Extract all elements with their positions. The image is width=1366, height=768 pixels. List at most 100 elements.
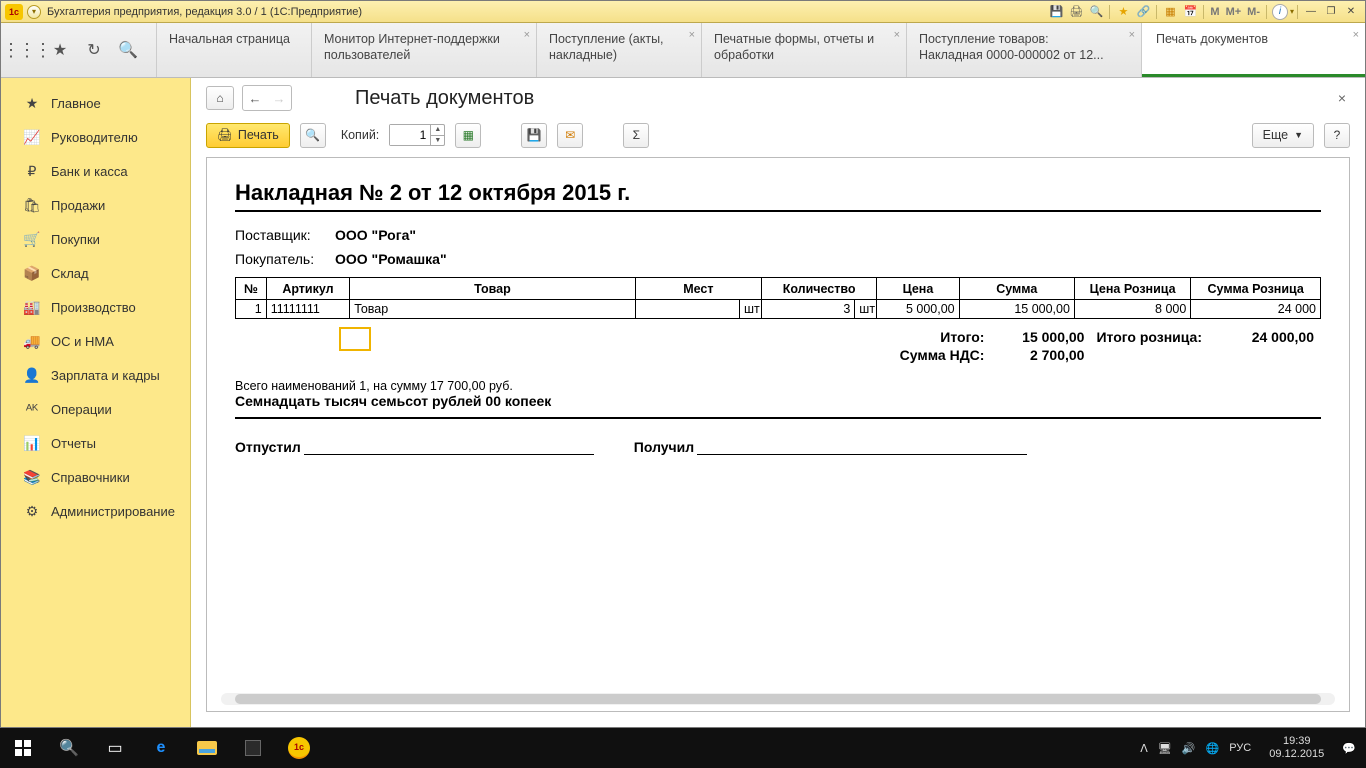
taskview-button[interactable]: ▭ — [92, 728, 138, 768]
printer-icon: 🖨 — [217, 128, 233, 143]
help-button[interactable]: ? — [1324, 123, 1350, 148]
spinner-down-icon[interactable]: ▼ — [430, 136, 444, 146]
window-title: Бухгалтерия предприятия, редакция 3.0 / … — [47, 6, 362, 18]
sidebar-item-label: Отчеты — [51, 436, 96, 451]
copies-spinner[interactable]: ▲▼ — [389, 124, 445, 146]
tab-home[interactable]: Начальная страница — [156, 23, 311, 77]
page-title: Печать документов — [355, 87, 534, 110]
explorer-button[interactable] — [184, 728, 230, 768]
tray-monitor-icon[interactable]: 🖥 — [1158, 742, 1172, 755]
sidebar-item-4[interactable]: 🛒Покупки — [1, 222, 190, 256]
minimize-button[interactable]: — — [1302, 5, 1320, 19]
close-button[interactable]: ✕ — [1342, 5, 1360, 19]
history-icon[interactable]: ↻ — [84, 40, 104, 60]
app-menu-dropdown[interactable]: ▾ — [27, 5, 41, 19]
sidebar-item-1[interactable]: 📈Руководителю — [1, 120, 190, 154]
mem-mminus[interactable]: M- — [1244, 6, 1263, 18]
search-button[interactable]: 🔍 — [46, 728, 92, 768]
preview-button[interactable]: 🔍 — [300, 123, 326, 148]
forward-icon[interactable]: → — [267, 86, 291, 110]
sidebar-icon: 🛒 — [23, 231, 41, 248]
sidebar-item-label: Зарплата и кадры — [51, 368, 160, 383]
copies-label: Копий: — [341, 128, 379, 142]
sidebar-item-6[interactable]: 🏭 Производство — [1, 290, 190, 324]
sidebar-item-label: Справочники — [51, 470, 130, 485]
sidebar-item-7[interactable]: 🚚ОС и НМА — [1, 324, 190, 358]
sidebar-icon: 🏭 — [23, 299, 41, 316]
tab-print-docs[interactable]: Печать документов× — [1141, 23, 1365, 77]
sidebar-item-10[interactable]: 📊 Отчеты — [1, 426, 190, 460]
tray-lang[interactable]: РУС — [1229, 742, 1251, 754]
onec-button[interactable]: 1c — [276, 728, 322, 768]
calendar-icon[interactable]: 📅 — [1181, 4, 1199, 20]
sidebar-item-label: Администрирование — [51, 504, 175, 519]
horizontal-scrollbar[interactable] — [221, 693, 1335, 705]
edge-button[interactable]: e — [138, 728, 184, 768]
tray-network-icon[interactable]: 🌐 — [1206, 742, 1220, 755]
tray-notifications-icon[interactable]: 💬 — [1342, 742, 1356, 755]
clock[interactable]: 19:3909.12.2015 — [1261, 735, 1332, 761]
tray-chevron-up-icon[interactable]: ᐱ — [1140, 742, 1148, 755]
sig-received-line — [697, 437, 1027, 455]
restore-button[interactable]: ❐ — [1322, 5, 1340, 19]
sidebar-item-9[interactable]: ᴬᴷ Операции — [1, 392, 190, 426]
sig-received-label: Получил — [634, 439, 694, 455]
summary-line: Всего наименований 1, на сумму 17 700,00… — [235, 379, 1321, 393]
preview-icon[interactable]: 🔍 — [1087, 4, 1105, 20]
sidebar-item-8[interactable]: 👤Зарплата и кадры — [1, 358, 190, 392]
save-button[interactable]: 💾 — [521, 123, 547, 148]
sidebar-item-label: Производство — [51, 300, 136, 315]
close-page-icon[interactable]: × — [1334, 86, 1350, 110]
sidebar-item-0[interactable]: ★Главное — [1, 86, 190, 120]
print-icon[interactable]: 🖨 — [1067, 4, 1085, 20]
sidebar-item-label: Банк и касса — [51, 164, 128, 179]
save-icon[interactable]: 💾 — [1047, 4, 1065, 20]
sidebar-item-5[interactable]: 📦Склад — [1, 256, 190, 290]
email-button[interactable]: ✉ — [557, 123, 583, 148]
close-icon[interactable]: × — [1129, 29, 1135, 41]
more-button[interactable]: Еще▼ — [1252, 123, 1314, 148]
favorite-icon[interactable]: ★ — [1114, 4, 1132, 20]
settings-button[interactable]: ▦ — [455, 123, 481, 148]
link-icon[interactable]: 🔗 — [1134, 4, 1152, 20]
sidebar-icon: 📚 — [23, 469, 41, 486]
sidebar-item-3[interactable]: 🛍Продажи — [1, 188, 190, 222]
sidebar-item-2[interactable]: ₽Банк и касса — [1, 154, 190, 188]
tab-incoming[interactable]: Поступление (акты,накладные)× — [536, 23, 701, 77]
sidebar-item-label: Руководителю — [51, 130, 138, 145]
close-icon[interactable]: × — [524, 29, 530, 41]
nav-back-forward[interactable]: ← → — [242, 85, 292, 111]
tab-monitor[interactable]: Монитор Интернет-поддержкипользователей× — [311, 23, 536, 77]
spinner-up-icon[interactable]: ▲ — [430, 125, 444, 136]
sidebar-icon: 📊 — [23, 435, 41, 452]
sum-button[interactable]: Σ — [623, 123, 649, 148]
apps-icon[interactable]: ⋮⋮⋮ — [16, 40, 36, 60]
store-button[interactable] — [230, 728, 276, 768]
star-icon[interactable]: ★ — [50, 40, 70, 60]
info-icon[interactable]: i — [1272, 4, 1288, 20]
print-button[interactable]: 🖨Печать — [206, 123, 290, 148]
sidebar-item-11[interactable]: 📚 Справочники — [1, 460, 190, 494]
sidebar-item-label: Операции — [51, 402, 112, 417]
calc-icon[interactable]: ▦ — [1161, 4, 1179, 20]
sidebar-item-label: ОС и НМА — [51, 334, 114, 349]
sidebar-icon: ᴬᴷ — [23, 401, 41, 417]
sidebar-item-label: Склад — [51, 266, 89, 281]
copies-input[interactable] — [390, 125, 430, 145]
tab-goods[interactable]: Поступление товаров:Накладная 0000-00000… — [906, 23, 1141, 77]
start-button[interactable] — [0, 728, 46, 768]
close-icon[interactable]: × — [689, 29, 695, 41]
close-icon[interactable]: × — [894, 29, 900, 41]
tray-volume-icon[interactable]: 🔊 — [1182, 742, 1196, 755]
home-button[interactable]: ⌂ — [206, 86, 234, 110]
mem-m[interactable]: M — [1207, 6, 1222, 18]
search-icon[interactable]: 🔍 — [118, 40, 138, 60]
tab-printforms[interactable]: Печатные формы, отчеты иобработки× — [701, 23, 906, 77]
sidebar-item-12[interactable]: ⚙Администрирование — [1, 494, 190, 528]
supplier-label: Поставщик: — [235, 227, 335, 243]
items-table: №АртикулТоварМестКоличествоЦенаСуммаЦена… — [235, 277, 1321, 319]
tabs-row: ⋮⋮⋮ ★ ↻ 🔍 Начальная страница Монитор Инт… — [1, 23, 1365, 78]
back-icon[interactable]: ← — [243, 86, 267, 110]
mem-mplus[interactable]: M+ — [1223, 6, 1245, 18]
close-icon[interactable]: × — [1353, 29, 1359, 41]
